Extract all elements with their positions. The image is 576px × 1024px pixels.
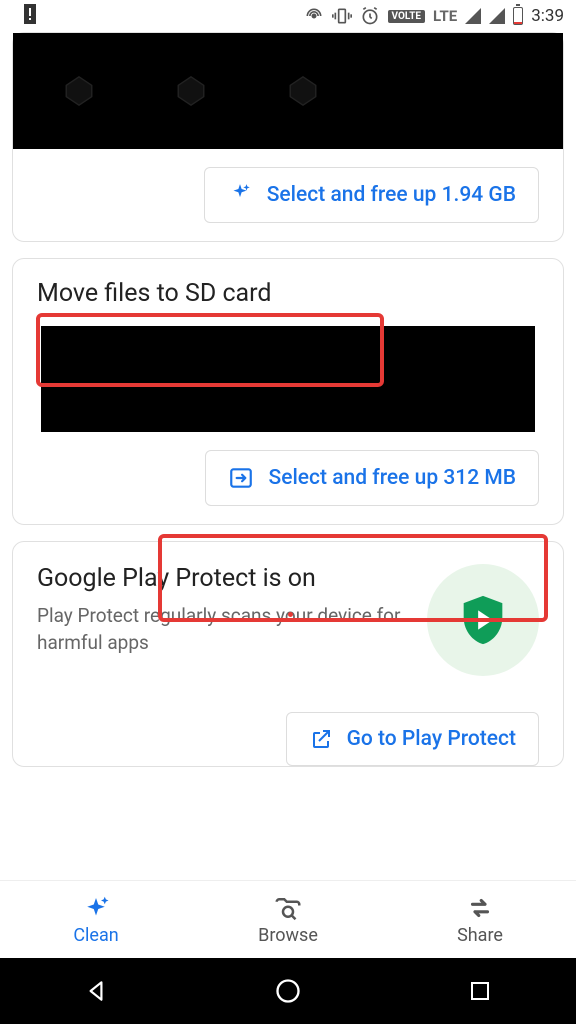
clock: 3:39	[531, 6, 564, 26]
button-label: Go to Play Protect	[347, 727, 516, 751]
signal-icon-1	[465, 8, 481, 24]
free-up-button-1[interactable]: Select and free up 1.94 GB	[204, 167, 539, 223]
battery-icon	[513, 7, 523, 25]
folder-search-icon	[273, 893, 303, 923]
nav-share[interactable]: Share	[384, 881, 576, 958]
move-to-sd-icon	[228, 465, 254, 491]
alarm-icon	[360, 6, 380, 26]
nav-label: Clean	[73, 925, 118, 946]
nav-browse[interactable]: Browse	[192, 881, 384, 958]
bottom-nav: Clean Browse Share	[0, 880, 576, 958]
button-label: Select and free up 312 MB	[268, 466, 516, 490]
annotation-dot	[288, 612, 293, 617]
button-label: Select and free up 1.94 GB	[267, 183, 516, 207]
share-icon	[465, 893, 495, 923]
thumbnail-row[interactable]	[41, 326, 535, 432]
signal-icon-2	[489, 8, 505, 24]
lte-label: LTE	[433, 7, 457, 25]
main-content: Select and free up 1.94 GB Move files to…	[0, 32, 576, 880]
back-button[interactable]	[82, 977, 110, 1005]
volte-badge: VOLTE	[388, 10, 426, 23]
go-to-play-protect-button[interactable]: Go to Play Protect	[286, 712, 539, 766]
sparkle-icon	[81, 893, 111, 923]
thumbnail[interactable]	[53, 65, 105, 117]
sparkle-icon	[227, 182, 253, 208]
shield-play-icon	[454, 591, 512, 649]
play-protect-card: Google Play Protect is on Play Protect r…	[12, 541, 564, 767]
priority-icon	[24, 4, 36, 29]
cleanup-card-1: Select and free up 1.94 GB	[12, 32, 564, 242]
status-bar: VOLTE LTE 3:39	[0, 0, 576, 32]
thumbnail-grid[interactable]	[13, 33, 563, 149]
vibrate-icon	[332, 6, 352, 26]
free-up-button-2[interactable]: Select and free up 312 MB	[205, 450, 539, 506]
home-button[interactable]	[274, 977, 302, 1005]
nav-clean[interactable]: Clean	[0, 881, 192, 958]
card-title: Move files to SD card	[13, 259, 563, 326]
card-title: Google Play Protect is on	[37, 564, 409, 593]
redaction-overlay	[41, 326, 535, 432]
play-protect-badge	[427, 564, 539, 676]
thumbnail[interactable]	[165, 65, 217, 117]
nav-label: Browse	[258, 925, 318, 946]
hotspot-icon	[304, 6, 324, 26]
card-subtitle: Play Protect regularly scans your device…	[37, 603, 409, 656]
system-nav-bar	[0, 958, 576, 1024]
recent-apps-button[interactable]	[466, 977, 494, 1005]
nav-label: Share	[457, 925, 503, 946]
move-to-sd-card: Move files to SD card Select and free up…	[12, 258, 564, 525]
open-external-icon	[309, 727, 333, 751]
thumbnail[interactable]	[277, 65, 329, 117]
